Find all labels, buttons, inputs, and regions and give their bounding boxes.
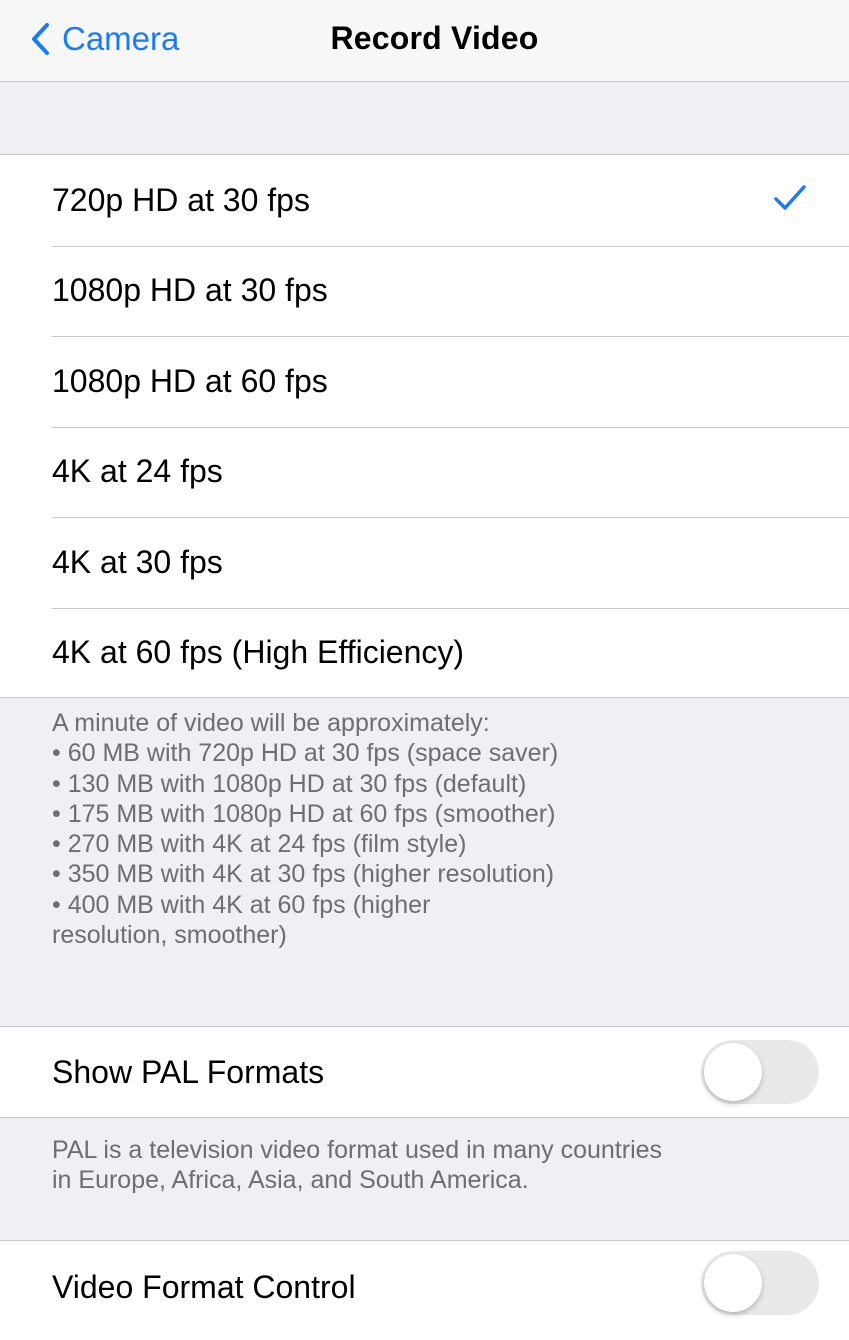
video-format-list: 720p HD at 30 fps 1080p HD at 30 fps 108… [0, 154, 849, 698]
pal-formats-label: Show PAL Formats [52, 1053, 325, 1090]
option-label: 4K at 24 fps [52, 453, 223, 490]
option-4k-24[interactable]: 4K at 24 fps [0, 426, 849, 518]
option-label: 4K at 60 fps (High Efficiency) [52, 634, 465, 671]
option-label: 1080p HD at 60 fps [52, 362, 328, 399]
footer-line: • 270 MB with 4K at 24 fps (film style) [52, 830, 467, 859]
footer-line: A minute of video will be approximately: [52, 709, 490, 737]
option-label: 1080p HD at 30 fps [52, 272, 328, 309]
footer-line: • 60 MB with 720p HD at 30 fps (space sa… [52, 739, 559, 768]
pal-formats-group: Show PAL Formats [0, 1026, 849, 1118]
footer-line: PAL is a television video format used in… [52, 1136, 663, 1164]
page-title: Record Video [330, 20, 539, 56]
footer-line: • 175 MB with 1080p HD at 60 fps (smooth… [52, 799, 556, 828]
checkmark-icon [774, 185, 806, 210]
option-1080p-30[interactable]: 1080p HD at 30 fps [0, 245, 849, 337]
footer-line: • 130 MB with 1080p HD at 30 fps (defaul… [52, 769, 527, 798]
footer-line: resolution, smoother) [52, 921, 287, 950]
footer-line: • 350 MB with 4K at 30 fps (higher resol… [52, 860, 555, 889]
pal-formats-row: Show PAL Formats [0, 1027, 849, 1117]
pal-formats-toggle[interactable] [701, 1040, 819, 1104]
navigation-bar: Camera Record Video [0, 0, 849, 82]
video-format-control-toggle[interactable] [701, 1251, 819, 1315]
option-4k-30[interactable]: 4K at 30 fps [0, 517, 849, 608]
option-4k-60-high-efficiency[interactable]: 4K at 60 fps (High Efficiency) [0, 607, 849, 699]
footer-line: in Europe, Africa, Asia, and South Ameri… [52, 1166, 529, 1195]
option-label: 720p HD at 30 fps [52, 181, 310, 218]
option-1080p-60[interactable]: 1080p HD at 60 fps [0, 336, 849, 427]
footer-line: • 400 MB with 4K at 60 fps (higher [52, 890, 431, 919]
video-format-control-group: Video Format Control [0, 1240, 849, 1340]
toggle-knob [704, 1254, 762, 1312]
pal-footer: PAL is a television video format used in… [52, 1135, 812, 1196]
option-720p-30[interactable]: 720p HD at 30 fps [0, 155, 849, 246]
toggle-knob [704, 1043, 762, 1101]
video-size-footer: A minute of video will be approximately:… [52, 708, 812, 950]
option-label: 4K at 30 fps [52, 543, 223, 580]
video-format-control-row: Video Format Control [0, 1241, 849, 1333]
video-format-control-label: Video Format Control [52, 1268, 356, 1305]
